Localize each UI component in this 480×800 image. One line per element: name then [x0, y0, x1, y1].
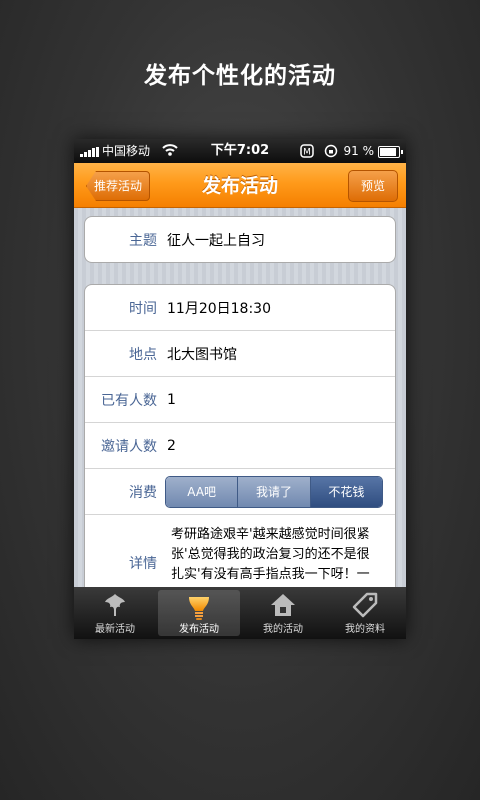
topic-row[interactable]: 主题 征人一起上自习 [85, 217, 395, 262]
rotation-lock-icon [324, 144, 338, 158]
cost-option-treat[interactable]: 我请了 [238, 476, 311, 507]
cost-label: 消费 [129, 484, 157, 501]
detail-row[interactable]: 详情 考研路途艰辛'越来越感觉时间很紧张'总觉得我的政治复习的还不是很扎实'有没… [85, 515, 395, 587]
detail-label: 详情 [129, 556, 157, 572]
place-label: 地点 [129, 346, 157, 363]
tab-publish[interactable]: 发布活动 [158, 590, 240, 636]
svg-text:M: M [303, 148, 311, 158]
place-value[interactable]: 北大图书馆 [167, 344, 237, 364]
detail-textarea[interactable]: 考研路途艰辛'越来越感觉时间很紧张'总觉得我的政治复习的还不是很扎实'有没有高手… [171, 525, 371, 587]
topic-group: 主题 征人一起上自习 [84, 216, 396, 263]
time-row[interactable]: 时间 11月20日18:30 [85, 285, 395, 331]
cost-option-aa[interactable]: AA吧 [166, 476, 239, 507]
invite-label: 邀请人数 [101, 438, 157, 455]
phone-screen: 中国移动 下午7:02 M 91 % 推荐活动 发布活动 预览 主题 征人一起上… [74, 139, 406, 639]
time-label: 时间 [129, 300, 157, 317]
joined-label: 已有人数 [101, 392, 157, 409]
tab-latest[interactable]: 最新活动 [74, 587, 156, 639]
invite-row[interactable]: 邀请人数 2 [85, 423, 395, 469]
tab-my-activities[interactable]: 我的活动 [242, 587, 324, 639]
battery-icon [378, 146, 403, 158]
leaf-icon [105, 594, 125, 616]
joined-row[interactable]: 已有人数 1 [85, 377, 395, 423]
cost-segmented-control: AA吧 我请了 不花钱 [165, 475, 383, 508]
tab-publish-label: 发布活动 [179, 624, 219, 635]
tab-bar: 最新活动 发布活动 我的活动 我的资料 [74, 587, 406, 639]
nav-bar: 推荐活动 发布活动 预览 [74, 163, 406, 208]
cost-row: 消费 AA吧 我请了 不花钱 [85, 469, 395, 515]
preview-button[interactable]: 预览 [348, 170, 398, 202]
tab-latest-label: 最新活动 [95, 624, 135, 635]
tab-my-profile[interactable]: 我的资料 [324, 587, 406, 639]
tag-icon [352, 592, 378, 618]
time-value[interactable]: 11月20日18:30 [167, 298, 271, 318]
app-badge-icon: M [300, 144, 314, 158]
cost-option-free[interactable]: 不花钱 [310, 476, 382, 507]
battery-percent: 91 % [343, 144, 375, 158]
bulb-icon [189, 597, 209, 620]
place-row[interactable]: 地点 北大图书馆 [85, 331, 395, 377]
details-group: 时间 11月20日18:30 地点 北大图书馆 已有人数 1 邀请人数 2 消费… [84, 284, 396, 587]
invite-value[interactable]: 2 [167, 438, 176, 454]
form-content[interactable]: 主题 征人一起上自习 时间 11月20日18:30 地点 北大图书馆 已有人数 … [74, 208, 406, 587]
joined-value[interactable]: 1 [167, 392, 176, 408]
promo-title: 发布个性化的活动 [144, 63, 336, 89]
home-icon [271, 594, 295, 616]
topic-label: 主题 [129, 232, 157, 249]
status-bar: 中国移动 下午7:02 M 91 % [74, 139, 406, 163]
tab-my-activities-label: 我的活动 [263, 624, 303, 635]
tab-my-profile-label: 我的资料 [345, 624, 385, 635]
topic-value[interactable]: 征人一起上自习 [167, 230, 265, 250]
